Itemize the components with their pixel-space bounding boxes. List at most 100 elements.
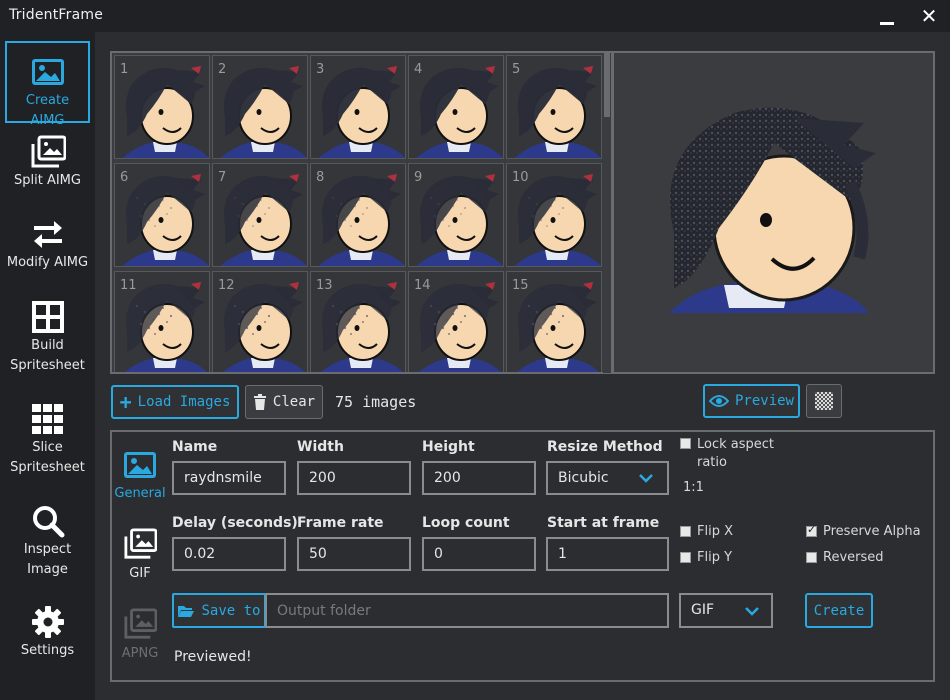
output-format-select[interactable]: GIF <box>679 593 773 628</box>
sidebar-item-modify-aimg[interactable]: Modify AIMG <box>5 217 90 279</box>
frame-number: 13 <box>316 278 333 293</box>
preview-panel <box>612 51 935 374</box>
frame-thumbnail[interactable]: 14 <box>408 271 504 372</box>
frames-grid[interactable]: 1 2 3 4 5 6 7 8 9 10 11 12 13 14 15 <box>110 51 613 374</box>
delay-field[interactable]: 0.02 <box>172 537 286 571</box>
images-icon <box>124 608 157 639</box>
frame-thumbnail[interactable]: 8 <box>310 163 406 267</box>
frame-rate-field[interactable]: 50 <box>297 537 411 571</box>
chevron-down-icon <box>745 607 759 616</box>
frame-image <box>220 66 307 158</box>
frame-thumbnail[interactable]: 9 <box>408 163 504 267</box>
frame-thumbnail[interactable]: 12 <box>212 271 308 372</box>
reversed-checkbox[interactable]: Reversed <box>806 550 884 565</box>
frame-thumbnail[interactable]: 10 <box>506 163 602 267</box>
preview-button[interactable]: Preview <box>703 384 800 418</box>
tab-label: General <box>114 486 166 501</box>
output-folder-input[interactable] <box>265 593 669 628</box>
sidebar-item-label: Inspect Image <box>23 542 72 577</box>
search-icon <box>32 506 64 538</box>
frame-number: 2 <box>218 62 227 77</box>
tab-label: GIF <box>129 566 151 581</box>
create-button[interactable]: Create <box>805 593 873 628</box>
output-format-value: GIF <box>691 602 715 618</box>
frame-number: 9 <box>414 170 423 185</box>
flip-x-label: Flip X <box>697 524 733 539</box>
status-message: Previewed! <box>174 649 252 665</box>
frame-number: 10 <box>512 170 529 185</box>
sidebar-item-build-spritesheet[interactable]: Build Spritesheet <box>5 300 90 382</box>
preserve-alpha-label: Preserve Alpha <box>823 524 921 539</box>
checkbox-box <box>680 438 691 449</box>
flip-y-checkbox[interactable]: Flip Y <box>680 550 732 565</box>
frame-image <box>416 66 503 158</box>
load-images-button[interactable]: + Load Images <box>111 385 239 419</box>
chevron-down-icon <box>639 474 653 483</box>
frame-thumbnail[interactable]: 2 <box>212 55 308 159</box>
sidebar-item-create-aimg[interactable]: Create AIMG <box>5 41 90 128</box>
height-field[interactable]: 200 <box>422 461 536 495</box>
image-count: 75 images <box>335 393 417 411</box>
preserve-alpha-checkbox[interactable]: Preserve Alpha <box>806 523 921 539</box>
preview-label: Preview <box>734 393 794 409</box>
checkbox-box <box>680 552 691 563</box>
resize-method-value: Bicubic <box>558 470 609 486</box>
tab-apng[interactable]: APNG <box>112 608 168 661</box>
sidebar-item-inspect-image[interactable]: Inspect Image <box>5 504 90 586</box>
frame-thumbnail[interactable]: 7 <box>212 163 308 267</box>
frame-number: 5 <box>512 62 521 77</box>
sidebar-item-label: Build Spritesheet <box>10 338 85 373</box>
frame-thumbnail[interactable]: 4 <box>408 55 504 159</box>
sidebar-item-label: Settings <box>20 643 75 658</box>
tab-gif[interactable]: GIF <box>112 528 168 581</box>
width-field[interactable]: 200 <box>297 461 411 495</box>
close-button[interactable]: ✕ <box>915 4 943 28</box>
tab-general[interactable]: General <box>112 450 168 501</box>
resize-method-select[interactable]: Bicubic <box>546 461 669 495</box>
sidebar-item-slice-spritesheet[interactable]: Slice Spritesheet <box>5 402 90 484</box>
delay-label: Delay (seconds) <box>172 515 298 531</box>
save-to-button[interactable]: Save to <box>172 593 266 628</box>
images-icon <box>124 528 157 559</box>
checkerboard-icon <box>815 392 833 410</box>
resize-method-label: Resize Method <box>547 439 663 455</box>
minimize-button[interactable] <box>873 4 901 28</box>
plus-icon: + <box>119 390 132 414</box>
frame-number: 3 <box>316 62 325 77</box>
lock-aspect-checkbox[interactable]: Lock aspect ratio <box>680 436 780 472</box>
frame-number: 14 <box>414 278 431 293</box>
width-label: Width <box>297 439 344 455</box>
frame-thumbnail[interactable]: 11 <box>114 271 210 372</box>
sidebar-item-label: Slice Spritesheet <box>10 440 85 475</box>
images-icon <box>31 135 66 168</box>
frame-thumbnail[interactable]: 6 <box>114 163 210 267</box>
frame-thumbnail[interactable]: 1 <box>114 55 210 159</box>
frames-scrollbar[interactable] <box>603 53 611 373</box>
frame-image <box>318 174 405 266</box>
loop-count-field[interactable]: 0 <box>422 537 536 571</box>
preview-image <box>669 107 876 313</box>
start-frame-field[interactable]: 1 <box>546 537 669 571</box>
scrollbar-thumb[interactable] <box>604 53 610 117</box>
frame-number: 12 <box>218 278 235 293</box>
height-label: Height <box>422 439 475 455</box>
frame-thumbnail[interactable]: 13 <box>310 271 406 372</box>
checkbox-box <box>806 523 817 537</box>
sidebar-item-settings[interactable]: Settings <box>5 605 90 667</box>
window-title: TridentFrame <box>9 7 104 23</box>
frame-thumbnail[interactable]: 3 <box>310 55 406 159</box>
frame-image <box>514 66 601 158</box>
name-field[interactable]: raydnsmile <box>172 461 286 495</box>
sidebar-item-split-aimg[interactable]: Split AIMG <box>5 135 90 197</box>
clear-button[interactable]: Clear <box>245 385 323 419</box>
frame-number: 6 <box>120 170 129 185</box>
frame-thumbnail[interactable]: 5 <box>506 55 602 159</box>
swap-arrows-icon <box>33 221 62 248</box>
start-frame-label: Start at frame <box>547 515 660 531</box>
grid-icon <box>31 301 64 333</box>
frame-thumbnail[interactable]: 15 <box>506 271 602 372</box>
transparency-toggle-button[interactable] <box>806 384 842 418</box>
sidebar-item-label: Modify AIMG <box>6 255 89 270</box>
create-label: Create <box>813 602 865 619</box>
flip-x-checkbox[interactable]: Flip X <box>680 524 733 539</box>
